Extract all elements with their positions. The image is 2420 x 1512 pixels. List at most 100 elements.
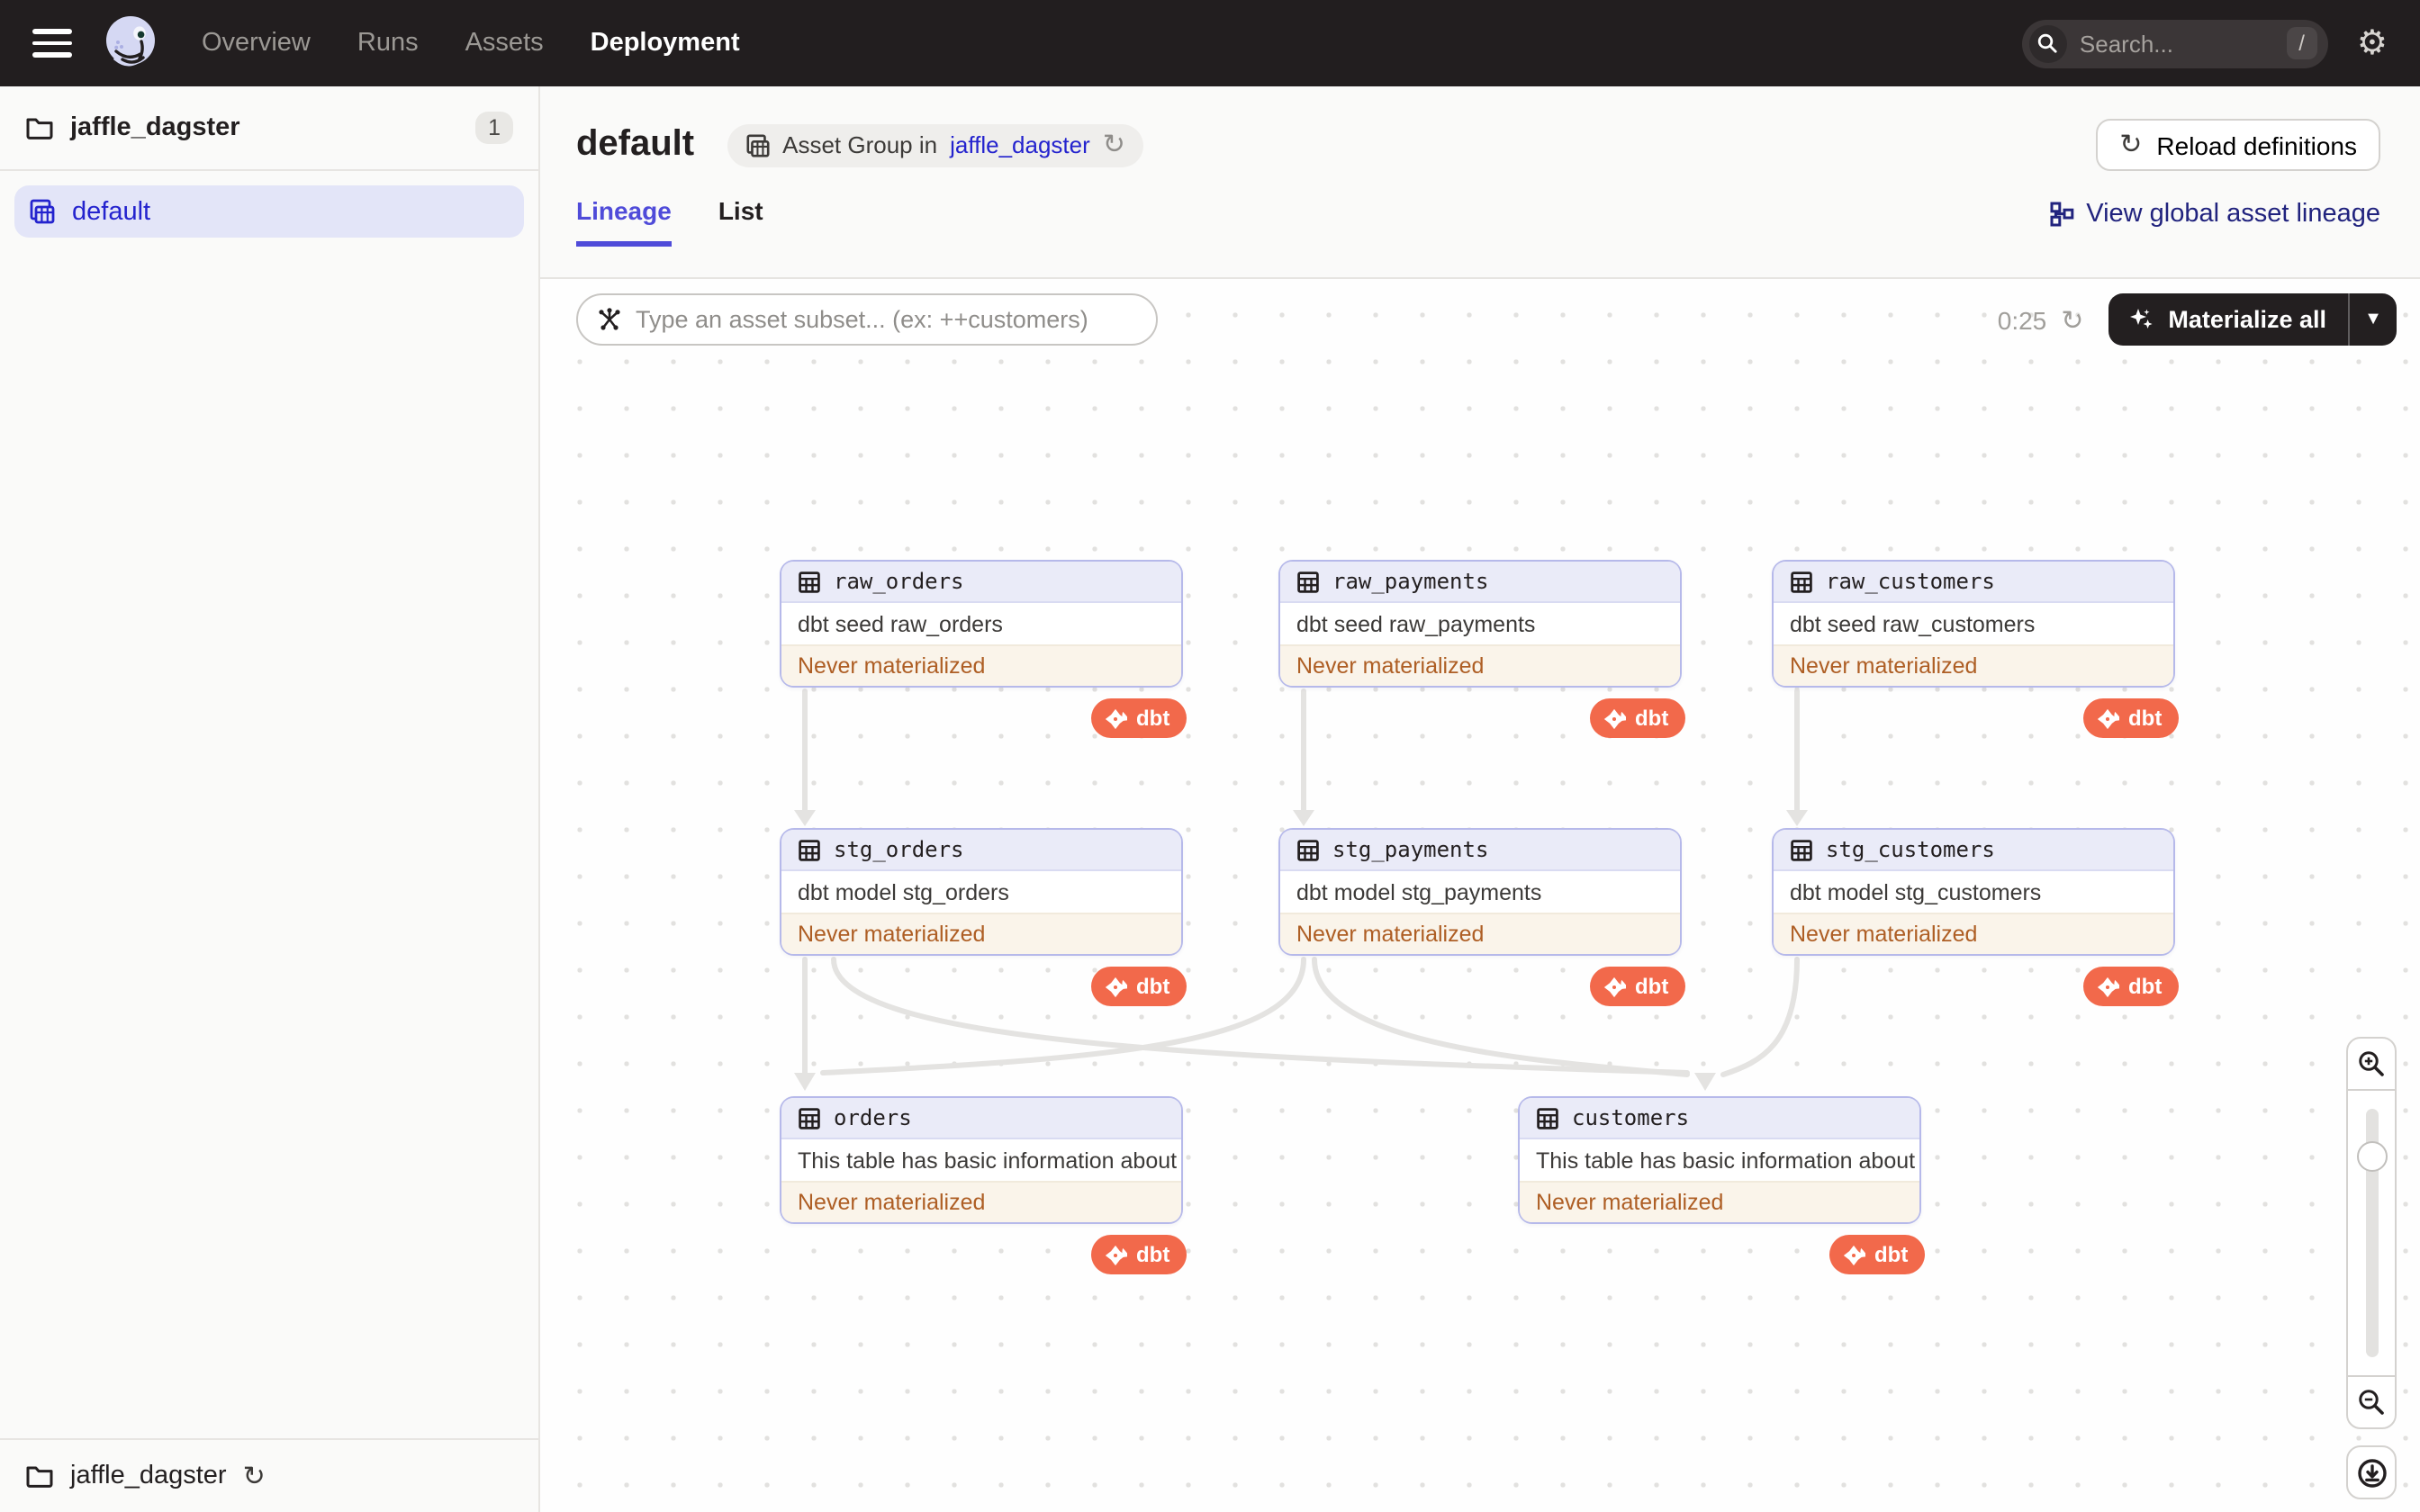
asset-name-label: raw_payments	[1332, 569, 1489, 594]
dbt-logo-icon	[1105, 976, 1127, 997]
search-icon	[2028, 24, 2067, 62]
asset-name: raw_orders	[781, 562, 1181, 603]
asset-name-label: stg_orders	[834, 837, 964, 862]
asset-name: raw_customers	[1774, 562, 2173, 603]
asset-subset-input[interactable]	[636, 306, 1134, 333]
asset-status: Never materialized	[1774, 644, 2173, 686]
search-placeholder: Search...	[2079, 30, 2173, 57]
dbt-badge-label: dbt	[2128, 974, 2163, 999]
zoom-in-button[interactable]	[2346, 1037, 2397, 1091]
view-global-asset-lineage-link[interactable]: View global asset lineage	[2048, 200, 2380, 247]
search-shortcut-key: /	[2286, 27, 2317, 59]
asset-node-orders[interactable]: orders This table has basic information a…	[780, 1096, 1183, 1224]
nav-deployment[interactable]: Deployment	[591, 29, 740, 58]
sidebar-repo-row[interactable]: jaffle_dagster 1	[0, 86, 538, 169]
dbt-logo-icon	[1105, 1244, 1127, 1265]
dbt-badge[interactable]: dbt	[2083, 967, 2179, 1006]
dbt-logo-icon	[1603, 976, 1626, 997]
asset-description: This table has basic information about .…	[1536, 1148, 1919, 1173]
dagster-app: Overview Runs Assets Deployment Search..…	[0, 0, 2420, 1512]
sidebar-divider	[0, 169, 538, 171]
asset-status: Never materialized	[1774, 913, 2173, 954]
reload-definitions-button[interactable]: ↻ Reload definitions	[2096, 119, 2380, 171]
asset-name-label: stg_payments	[1332, 837, 1489, 862]
asset-status: Never materialized	[781, 1181, 1181, 1222]
nav-assets[interactable]: Assets	[465, 29, 544, 58]
dagster-logo-icon[interactable]	[101, 13, 162, 74]
dbt-badge[interactable]: dbt	[1590, 967, 1685, 1006]
lineage-graph-icon	[2049, 202, 2073, 227]
tab-list[interactable]: List	[718, 196, 763, 247]
asset-node-raw_customers[interactable]: raw_customers dbt seed raw_customers Never…	[1772, 560, 2175, 688]
refresh-group-icon[interactable]: ↻	[1103, 131, 1125, 158]
context-prefix: Asset Group in	[782, 131, 938, 158]
lineage-graph-canvas[interactable]: 0:25 ↻ Materialize all ▼ raw_ordersdbt s…	[540, 281, 2420, 1512]
asset-name: raw_payments	[1280, 562, 1680, 603]
sidebar-repo-label: jaffle_dagster	[70, 113, 240, 142]
dbt-badge-label: dbt	[1136, 974, 1170, 999]
global-search-input[interactable]: Search... /	[2021, 19, 2328, 68]
asset-status: Never materialized	[1280, 913, 1680, 954]
asset-node-stg_payments[interactable]: stg_paymentsdbt model stg_payments Never …	[1278, 828, 1682, 956]
asset-group-icon	[30, 199, 55, 224]
reload-repo-icon[interactable]: ↻	[243, 1462, 266, 1490]
sidebar-item-label: default	[72, 197, 151, 226]
table-icon	[1297, 571, 1319, 592]
footer-repo-label: jaffle_dagster	[70, 1462, 227, 1490]
sidebar-item-default-group[interactable]: default	[14, 185, 524, 238]
asset-description: dbt seed raw_orders	[798, 611, 1003, 636]
table-icon	[1791, 571, 1812, 592]
nav-runs[interactable]: Runs	[357, 29, 419, 58]
dbt-badge-label: dbt	[1635, 706, 1669, 731]
reload-icon: ↻	[2119, 130, 2143, 160]
table-icon	[1791, 839, 1812, 860]
download-image-button[interactable]	[2346, 1445, 2397, 1499]
asset-name-label: customers	[1572, 1105, 1690, 1130]
asset-status: Never materialized	[781, 644, 1181, 686]
nav-overview[interactable]: Overview	[202, 29, 311, 58]
dbt-badge[interactable]: dbt	[2083, 698, 2179, 738]
materialize-options-caret[interactable]: ▼	[2348, 293, 2397, 346]
asset-node-stg_orders[interactable]: stg_ordersdbt model stg_orders Never mate…	[780, 828, 1183, 956]
zoom-slider[interactable]	[2346, 1091, 2397, 1375]
dbt-badge[interactable]: dbt	[1829, 1235, 1925, 1274]
dbt-badge[interactable]: dbt	[1091, 698, 1187, 738]
asset-description: dbt model stg_payments	[1296, 879, 1542, 904]
sparkles-icon	[2130, 309, 2154, 328]
zoom-out-button[interactable]	[2346, 1375, 2397, 1429]
tab-lineage[interactable]: Lineage	[576, 196, 672, 247]
asset-group-icon	[745, 133, 769, 157]
asset-node-stg_customers[interactable]: stg_customersdbt model stg_customers Neve…	[1772, 828, 2175, 956]
dbt-badge[interactable]: dbt	[1590, 698, 1685, 738]
hamburger-menu-icon[interactable]	[32, 29, 72, 58]
dbt-logo-icon	[2097, 707, 2119, 729]
refresh-graph-icon[interactable]: ↻	[2061, 303, 2083, 336]
asset-name: customers	[1520, 1098, 1919, 1139]
asset-node-customers[interactable]: customers This table has basic informatio…	[1518, 1096, 1921, 1224]
primary-nav: Overview Runs Assets Deployment	[202, 29, 740, 58]
dbt-badge[interactable]: dbt	[1091, 967, 1187, 1006]
dbt-logo-icon	[1603, 707, 1626, 729]
asset-name-label: orders	[834, 1105, 912, 1130]
asset-subset-filter[interactable]	[576, 293, 1158, 346]
asset-node-raw_orders[interactable]: raw_ordersdbt seed raw_orders Never mater…	[780, 560, 1183, 688]
materialize-all-button[interactable]: Materialize all ▼	[2108, 293, 2397, 346]
dbt-badge[interactable]: dbt	[1091, 1235, 1187, 1274]
graph-toolbar: 0:25 ↻ Materialize all ▼	[540, 281, 2420, 358]
folder-icon	[26, 1466, 53, 1488]
dbt-badge-label: dbt	[1874, 1242, 1909, 1267]
table-icon	[1537, 1107, 1558, 1129]
asset-node-raw_payments[interactable]: raw_payments dbt seed raw_payments Never m…	[1278, 560, 1682, 688]
asset-name: stg_orders	[781, 830, 1181, 871]
asset-status: Never materialized	[781, 913, 1181, 954]
table-icon	[799, 571, 820, 592]
op-selector-icon	[599, 308, 620, 330]
settings-gear-icon[interactable]: ⚙	[2357, 26, 2388, 60]
top-nav-bar: Overview Runs Assets Deployment Search..…	[0, 0, 2420, 86]
asset-description: dbt model stg_customers	[1790, 879, 2042, 904]
asset-name-label: stg_customers	[1826, 837, 1995, 862]
zoom-slider-handle[interactable]	[2356, 1141, 2387, 1172]
context-repo-link[interactable]: jaffle_dagster	[950, 131, 1090, 158]
asset-description: dbt model stg_orders	[798, 879, 1009, 904]
dbt-logo-icon	[2097, 976, 2119, 997]
